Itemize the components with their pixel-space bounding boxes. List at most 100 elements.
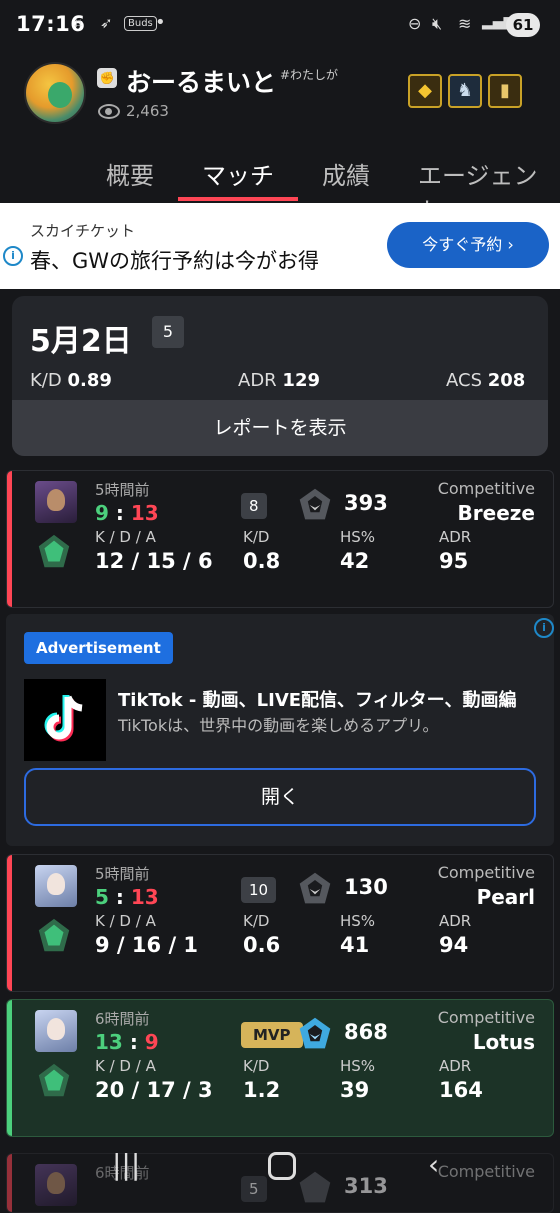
adr-label: ADR — [439, 528, 472, 546]
match-score: 9 : 13 — [95, 501, 159, 525]
result-bar — [7, 471, 12, 607]
kda-label: K / D / A — [95, 1057, 156, 1075]
match-count-badge: 5 — [152, 316, 184, 348]
game-mode: Competitive — [437, 863, 535, 882]
adr-value: 94 — [439, 933, 469, 957]
knight-icon[interactable]: ♞ — [448, 74, 482, 108]
system-nav-bar: ||| ‹ — [0, 1140, 560, 1200]
kda-label: K / D / A — [95, 528, 156, 546]
tiktok-logo — [24, 679, 106, 761]
kda-value: 12 / 15 / 6 — [95, 549, 213, 573]
time-ago: 5時間前 — [95, 865, 150, 883]
summary-kd: K/D 0.89 — [30, 370, 112, 391]
adr-value: 95 — [439, 549, 469, 573]
hs-value: 41 — [340, 933, 370, 957]
kd-value: 0.8 — [243, 549, 281, 573]
ad-text: 春、GWの旅行予約は今がお得 — [30, 249, 320, 273]
tab-overview[interactable]: 概要 — [106, 156, 154, 191]
map-name: Pearl — [476, 885, 535, 909]
rocket-icon: ➶ — [100, 14, 113, 32]
summary-acs: ACS 208 — [446, 370, 526, 391]
game-mode: Competitive — [437, 1008, 535, 1027]
player-tag: #わたしが — [280, 68, 339, 82]
placement-badge: 10 — [241, 877, 277, 903]
acs-rank-icon — [299, 488, 331, 520]
agent-portrait — [35, 1010, 77, 1052]
tab-stats[interactable]: 成績 — [322, 156, 370, 191]
hs-label: HS% — [340, 912, 376, 930]
ad-info-icon[interactable]: i — [534, 618, 554, 638]
ad-label: Advertisement — [24, 632, 173, 664]
summary-adr: ADR 129 — [238, 370, 320, 391]
time-ago: 6時間前 — [95, 1010, 150, 1028]
kd-label: K/D — [243, 1057, 270, 1075]
agent-portrait — [35, 865, 77, 907]
fist-icon: ✊ — [97, 68, 117, 88]
kda-value: 9 / 16 / 1 — [95, 933, 199, 957]
hs-label: HS% — [340, 528, 376, 546]
kd-label: K/D — [243, 528, 270, 546]
match-card[interactable]: 6時間前 13 : 9 MVP 868 Competitive Lotus K … — [6, 999, 554, 1137]
dnd-icon: ⊖ — [408, 14, 422, 33]
kd-value: 1.2 — [243, 1078, 281, 1102]
hs-value: 42 — [340, 549, 370, 573]
gold-rank-icon[interactable]: ◆ — [408, 74, 442, 108]
avatar[interactable] — [24, 62, 86, 124]
result-bar — [7, 855, 12, 991]
result-bar — [7, 1000, 12, 1136]
emerald-rank-icon — [38, 1063, 70, 1097]
bullet-icon[interactable]: ▮ — [488, 74, 522, 108]
emerald-rank-icon — [38, 918, 70, 952]
player-name: おーるまいと — [126, 68, 277, 97]
ad-description: TikTokは、世界中の動画を楽しめるアプリ。 — [118, 716, 439, 735]
map-name: Lotus — [472, 1030, 535, 1054]
time-ago: 5時間前 — [95, 481, 150, 499]
acs-value: 868 — [344, 1020, 388, 1044]
info-icon[interactable]: i — [3, 246, 23, 266]
tab-matches[interactable]: マッチ — [202, 156, 274, 191]
hs-label: HS% — [340, 1057, 376, 1075]
ad-title: TikTok - 動画、LIVE配信、フィルター、動画編 — [118, 690, 517, 711]
emerald-rank-icon — [38, 534, 70, 568]
agent-portrait — [35, 481, 77, 523]
status-bar: 17:16 ⌗ ➶ Buds • ⊖ 🔇︎ ≋ ▂▄▆ 61 — [0, 0, 560, 52]
dot-icon: • — [155, 12, 166, 33]
buds-icon: Buds — [124, 16, 157, 31]
kd-value: 0.6 — [243, 933, 281, 957]
date-summary-card: 5月2日 5 K/D 0.89 ADR 129 ACS 208 レポートを表示 — [12, 296, 548, 456]
active-tab-indicator — [178, 197, 298, 201]
adr-label: ADR — [439, 1057, 472, 1075]
recent-apps-icon[interactable]: ||| — [112, 1148, 140, 1181]
back-icon[interactable]: ‹ — [428, 1148, 439, 1181]
match-card[interactable]: 5時間前 5 : 13 10 130 Competitive Pearl K /… — [6, 854, 554, 992]
ad-cta-button[interactable]: 今すぐ予約 › — [387, 222, 549, 268]
kd-label: K/D — [243, 912, 270, 930]
hs-value: 39 — [340, 1078, 370, 1102]
kda-value: 20 / 17 / 3 — [95, 1078, 213, 1102]
match-card[interactable]: 5時間前 9 : 13 8 393 Competitive Breeze K /… — [6, 470, 554, 608]
adr-value: 164 — [439, 1078, 483, 1102]
tab-bar: 概要 マッチ 成績 エージェント — [0, 140, 560, 225]
match-score: 13 : 9 — [95, 1030, 159, 1054]
show-report-button[interactable]: レポートを表示 — [12, 400, 548, 456]
eye-icon — [98, 104, 120, 119]
match-score: 5 : 13 — [95, 885, 159, 909]
screenshot-icon: ⌗ — [74, 14, 83, 32]
acs-rank-icon — [299, 872, 331, 904]
date-title: 5月2日 — [30, 324, 132, 359]
view-count: 2,463 — [98, 102, 169, 120]
acs-value: 393 — [344, 491, 388, 515]
ad-sponsor: スカイチケット — [30, 222, 136, 240]
advertisement-card[interactable]: Advertisement i TikTok - 動画、LIVE配信、フィルター… — [6, 614, 554, 846]
kda-label: K / D / A — [95, 912, 156, 930]
mute-icon: 🔇︎ — [432, 14, 443, 33]
mvp-badge: MVP — [241, 1022, 303, 1048]
adr-label: ADR — [439, 912, 472, 930]
open-button[interactable]: 開く — [24, 768, 536, 826]
acs-value: 130 — [344, 875, 388, 899]
home-icon[interactable] — [268, 1152, 296, 1180]
placement-badge: 8 — [241, 493, 267, 519]
battery-indicator: 61 — [506, 13, 540, 37]
map-name: Breeze — [457, 501, 535, 525]
acs-rank-icon — [299, 1017, 331, 1049]
